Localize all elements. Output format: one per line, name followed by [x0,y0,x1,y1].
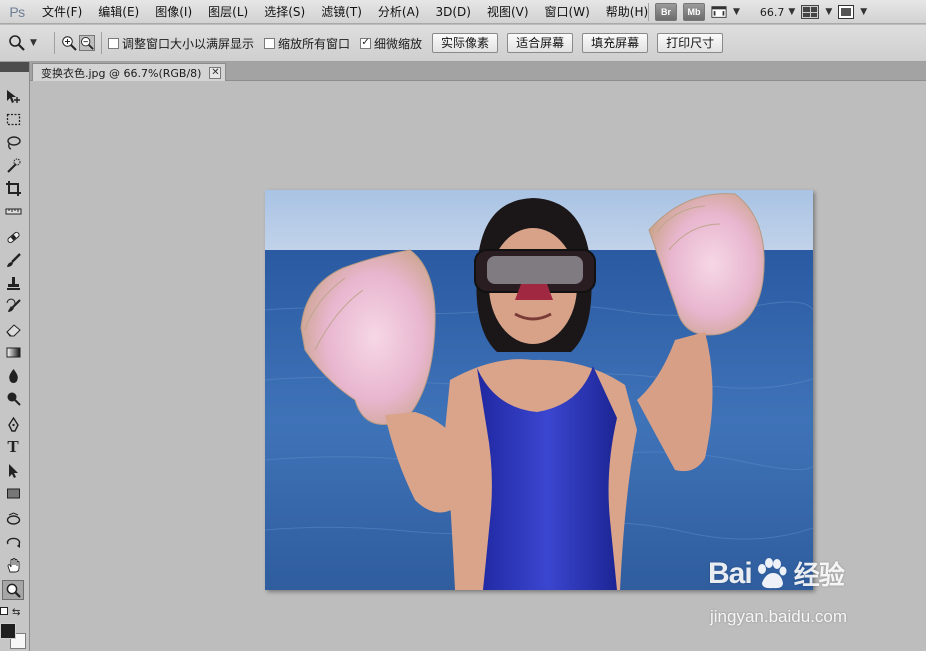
zoom-in-icon[interactable] [61,35,77,51]
arrange-documents-icon[interactable] [801,5,820,19]
dodge-icon[interactable] [2,388,24,408]
menu-file[interactable]: 文件(F) [34,0,90,24]
divider [648,3,649,21]
mini-bridge-button[interactable]: Mb [683,3,705,21]
checkbox-box-checked[interactable]: ✓ [360,37,372,49]
checkbox-box[interactable] [264,37,276,49]
watermark-url: jingyan.baidu.com [710,607,848,626]
resize-windows-checkbox[interactable]: 调整窗口大小以满屏显示 [108,35,254,52]
menu-bar: Ps 文件(F) 编辑(E) 图像(I) 图层(L) 选择(S) 滤镜(T) 分… [0,0,926,24]
options-bar: ▼ 调整窗口大小以满屏显示 缩放所有窗口 ✓ 细微缩放 实际像素 适合屏幕 填充… [0,25,926,62]
app-bar: Br Mb ▼ 66.7 ▼ ▼ ▼ [648,0,867,24]
zoom-icon[interactable] [2,580,24,600]
rectangle-icon[interactable] [2,483,24,503]
menu-select[interactable]: 选择(S) [256,0,313,24]
document-canvas[interactable] [265,190,813,590]
crop-icon[interactable] [2,178,24,198]
path-selection-icon[interactable] [2,460,24,480]
close-icon[interactable]: ✕ [209,66,222,79]
pen-icon[interactable] [2,414,24,434]
menu-3d[interactable]: 3D(D) [427,0,478,24]
brush-icon[interactable] [2,250,24,270]
swap-colors-icon[interactable]: ⇆ [12,607,20,618]
ruler-icon[interactable] [2,201,24,221]
zoom-icon [9,35,25,51]
menu-edit[interactable]: 编辑(E) [90,0,147,24]
foreground-color-swatch[interactable] [0,623,16,639]
divider [54,32,55,54]
healing-brush-icon[interactable] [2,227,24,247]
scrubby-zoom-checkbox[interactable]: ✓ 细微缩放 [360,35,422,52]
chevron-down-icon[interactable]: ▼ [825,7,832,17]
divider [101,32,102,54]
hand-icon[interactable] [2,555,24,575]
document-tab-strip: 变换衣色.jpg @ 66.7%(RGB/8) ✕ [30,62,926,81]
clone-stamp-icon[interactable] [2,273,24,293]
baidu-jingyan-watermark: Bai 经验 jingyan.baidu.com [708,555,918,635]
marquee-icon[interactable] [2,109,24,129]
fit-screen-button[interactable]: 适合屏幕 [507,33,574,53]
checkbox-box[interactable] [108,37,119,49]
blur-icon[interactable] [2,365,24,385]
baidu-paw-logo [757,557,787,588]
zoom-level-value: 66.7 [759,5,785,19]
eraser-icon[interactable] [2,319,24,339]
3d-orbit-icon[interactable] [2,532,24,552]
extras-icon[interactable] [711,4,727,20]
bridge-button[interactable]: Br [655,3,677,21]
lasso-icon[interactable] [2,132,24,152]
chevron-down-icon: ▼ [788,7,796,17]
default-colors-icon[interactable] [0,607,8,615]
checkbox-label: 缩放所有窗口 [278,36,351,51]
checkbox-label: 调整窗口大小以满屏显示 [122,36,255,51]
tools-panel: T ⇆ [0,62,30,651]
chevron-down-icon[interactable]: ▼ [860,7,867,17]
menu-filter[interactable]: 滤镜(T) [313,0,370,24]
3d-rotate-icon[interactable] [2,509,24,529]
type-tool-glyph: T [7,437,19,456]
actual-pixels-button[interactable]: 实际像素 [432,33,499,53]
screen-mode-icon[interactable] [838,4,855,20]
type-icon[interactable]: T [2,437,24,457]
tool-preset-picker[interactable]: ▼ [8,34,48,52]
watermark-brand-prefix: Bai [708,556,753,590]
document-tab-title: 变换衣色.jpg @ 66.7%(RGB/8) [41,66,202,80]
print-size-button[interactable]: 打印尺寸 [657,33,724,53]
zoom-all-windows-checkbox[interactable]: 缩放所有窗口 [264,35,350,52]
zoom-out-icon[interactable] [79,35,95,51]
chevron-down-icon: ▼ [30,38,37,48]
move-icon[interactable] [2,86,24,106]
history-brush-icon[interactable] [2,296,24,316]
menu-window[interactable]: 窗口(W) [537,0,598,24]
menu-view[interactable]: 视图(V) [479,0,537,24]
fill-screen-button[interactable]: 填充屏幕 [582,33,649,53]
menu-layer[interactable]: 图层(L) [200,0,256,24]
quick-selection-icon[interactable] [2,155,24,175]
photoshop-logo: Ps [9,3,25,20]
photo-snorkel-woman-with-shells [265,190,813,590]
watermark-brand-suffix: 经验 [793,561,845,591]
menu-analysis[interactable]: 分析(A) [370,0,428,24]
checkbox-label: 细微缩放 [374,36,423,51]
gradient-icon[interactable] [2,342,24,362]
zoom-level-dropdown[interactable]: 66.7 ▼ [746,6,795,19]
menu-image[interactable]: 图像(I) [147,0,200,24]
panel-grip[interactable] [0,62,29,72]
chevron-down-icon[interactable]: ▼ [733,7,740,17]
document-tab[interactable]: 变换衣色.jpg @ 66.7%(RGB/8) ✕ [32,63,227,81]
